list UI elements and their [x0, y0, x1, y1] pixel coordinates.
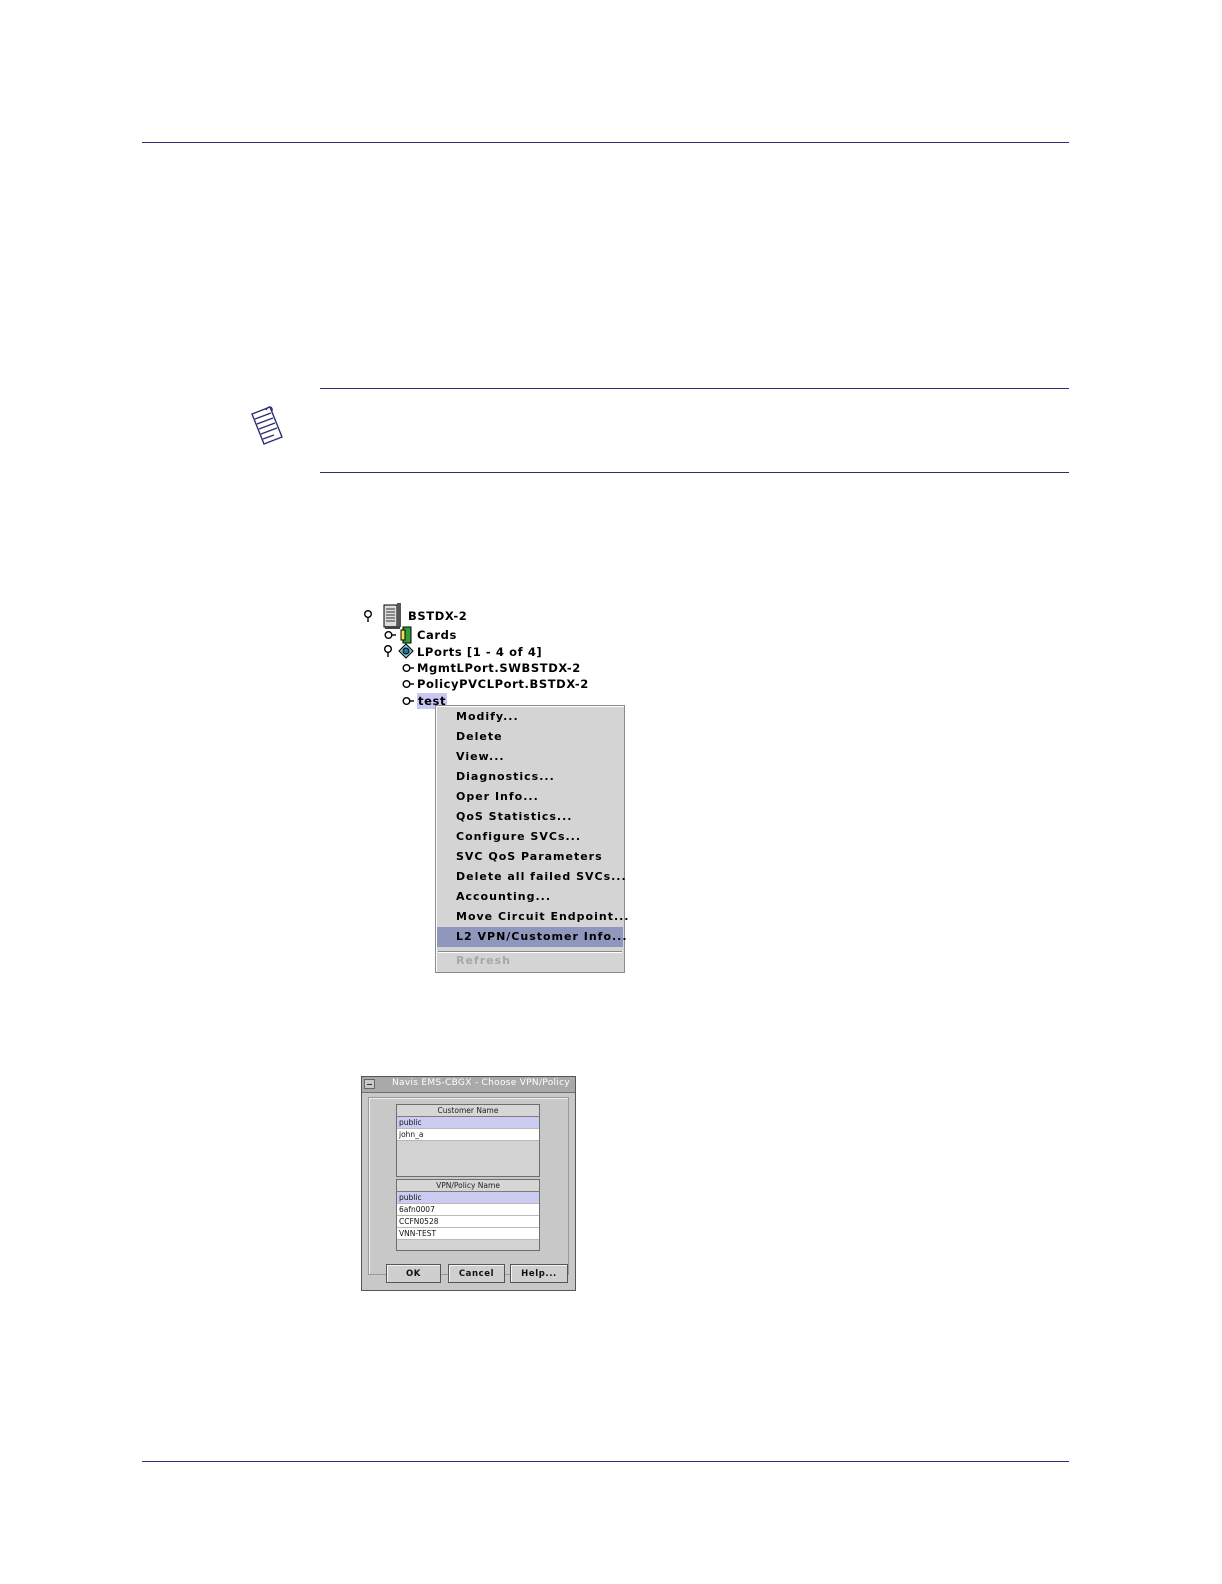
vpn-policy-header: VPN/Policy Name — [397, 1180, 539, 1192]
customer-name-header: Customer Name — [397, 1105, 539, 1117]
tree-item-policy-lport[interactable]: PolicyPVCLPort.BSTDX-2 — [417, 676, 589, 692]
header-rule — [142, 142, 1069, 143]
expanded-toggle-icon[interactable] — [384, 645, 396, 657]
cancel-button[interactable]: Cancel — [448, 1264, 505, 1283]
menu-item-svc-qos-parameters[interactable]: SVC QoS Parameters — [437, 847, 623, 867]
menu-item-oper-info[interactable]: Oper Info... — [437, 787, 623, 807]
menu-item-view[interactable]: View... — [437, 747, 623, 767]
policy-row[interactable]: VNN-TEST — [397, 1228, 539, 1240]
menu-item-diagnostics[interactable]: Diagnostics... — [437, 767, 623, 787]
collapsed-toggle-icon[interactable] — [402, 678, 414, 690]
menu-item-delete-failed-svcs[interactable]: Delete all failed SVCs... — [437, 867, 626, 887]
tree-cards-label[interactable]: Cards — [417, 627, 457, 643]
customer-row[interactable]: john_a — [397, 1129, 539, 1141]
collapsed-toggle-icon[interactable] — [402, 662, 414, 674]
menu-item-qos-statistics[interactable]: QoS Statistics... — [437, 807, 623, 827]
window-menu-icon[interactable] — [364, 1079, 375, 1089]
context-menu: Modify... Delete View... Diagnostics... … — [435, 705, 629, 973]
vpn-policy-list[interactable]: VPN/Policy Name public 6afn0007 CCFN0528… — [396, 1179, 540, 1251]
collapsed-toggle-icon[interactable] — [402, 695, 414, 707]
policy-row[interactable]: public — [397, 1192, 539, 1204]
menu-item-configure-svcs[interactable]: Configure SVCs... — [437, 827, 623, 847]
note-top-rule — [320, 388, 1069, 389]
ok-button[interactable]: OK — [386, 1264, 441, 1283]
menu-item-accounting[interactable]: Accounting... — [437, 887, 623, 907]
menu-item-modify[interactable]: Modify... — [437, 707, 623, 727]
cards-icon — [400, 626, 412, 644]
dialog-title: Navis EMS-CBGX - Choose VPN/Policy — [392, 1078, 570, 1088]
menu-item-l2-vpn-customer-info[interactable]: L2 VPN/Customer Info... — [437, 927, 627, 947]
tree-item-mgmt-lport[interactable]: MgmtLPort.SWBSTDX-2 — [417, 660, 581, 676]
customer-name-list[interactable]: Customer Name public john_a — [396, 1104, 540, 1177]
policy-row[interactable]: 6afn0007 — [397, 1204, 539, 1216]
expanded-toggle-icon[interactable] — [363, 610, 375, 622]
menu-item-move-circuit-endpoint[interactable]: Move Circuit Endpoint... — [437, 907, 629, 927]
footer-rule — [142, 1461, 1069, 1462]
dialog-title-bar[interactable]: Navis EMS-CBGX - Choose VPN/Policy — [362, 1077, 575, 1093]
lports-icon — [398, 643, 414, 659]
tree-lports-label[interactable]: LPorts [1 - 4 of 4] — [417, 644, 542, 660]
tree-root-label[interactable]: BSTDX-2 — [408, 608, 467, 624]
collapsed-toggle-icon[interactable] — [384, 629, 396, 641]
note-bottom-rule — [320, 472, 1069, 473]
menu-item-delete[interactable]: Delete — [437, 727, 623, 747]
note-icon — [251, 406, 283, 445]
menu-item-refresh: Refresh — [456, 954, 511, 967]
policy-row[interactable]: CCFN0528 — [397, 1216, 539, 1228]
customer-row[interactable]: public — [397, 1117, 539, 1129]
help-button[interactable]: Help... — [510, 1264, 568, 1283]
choose-vpn-policy-dialog: Navis EMS-CBGX - Choose VPN/Policy Custo… — [361, 1076, 576, 1291]
